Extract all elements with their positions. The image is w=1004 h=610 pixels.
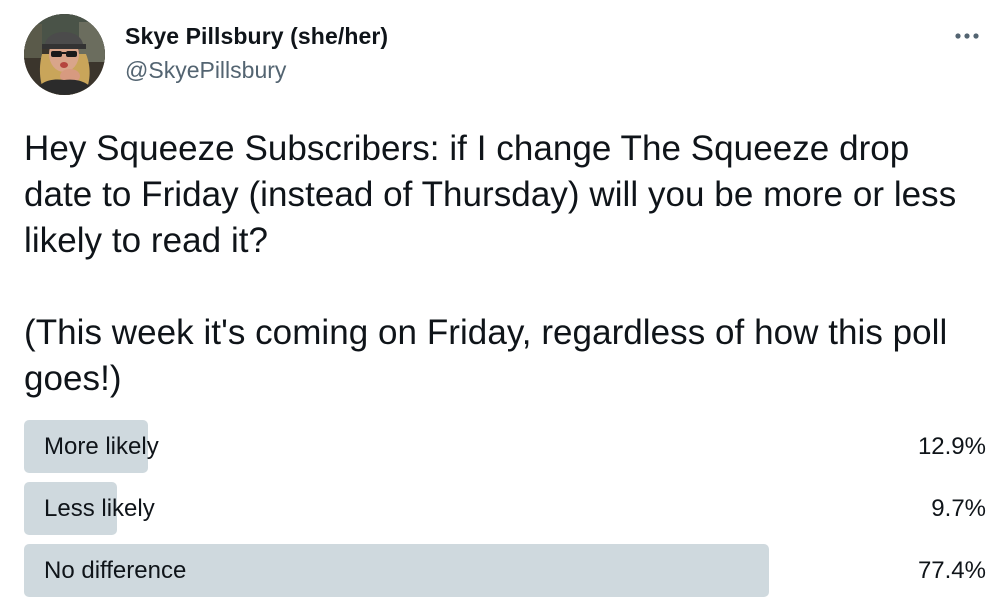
poll-option-percent: 12.9% [917,433,986,460]
profile-photo-icon [24,14,105,95]
poll-option-percent: 9.7% [931,495,986,522]
poll: More likely 12.9% Less likely 9.7% No di… [24,420,986,606]
poll-option-less-likely[interactable]: Less likely 9.7% [24,482,986,535]
poll-option-more-likely[interactable]: More likely 12.9% [24,420,986,473]
avatar[interactable] [24,14,105,95]
author-name[interactable]: Skye Pillsbury (she/her) [125,23,388,50]
more-options-button[interactable] [950,24,984,48]
tweet-text: Hey Squeeze Subscribers: if I change The… [24,129,957,398]
tweet: Skye Pillsbury (she/her) @SkyePillsbury … [0,0,1004,610]
more-horizontal-icon [955,33,979,39]
poll-option-label: No difference [44,557,187,584]
poll-option-no-difference[interactable]: No difference 77.4% [24,544,986,597]
poll-option-percent: 77.4% [917,557,986,584]
author-handle[interactable]: @SkyePillsbury [125,57,286,84]
poll-option-label: More likely [44,433,159,460]
poll-option-label: Less likely [44,495,155,522]
